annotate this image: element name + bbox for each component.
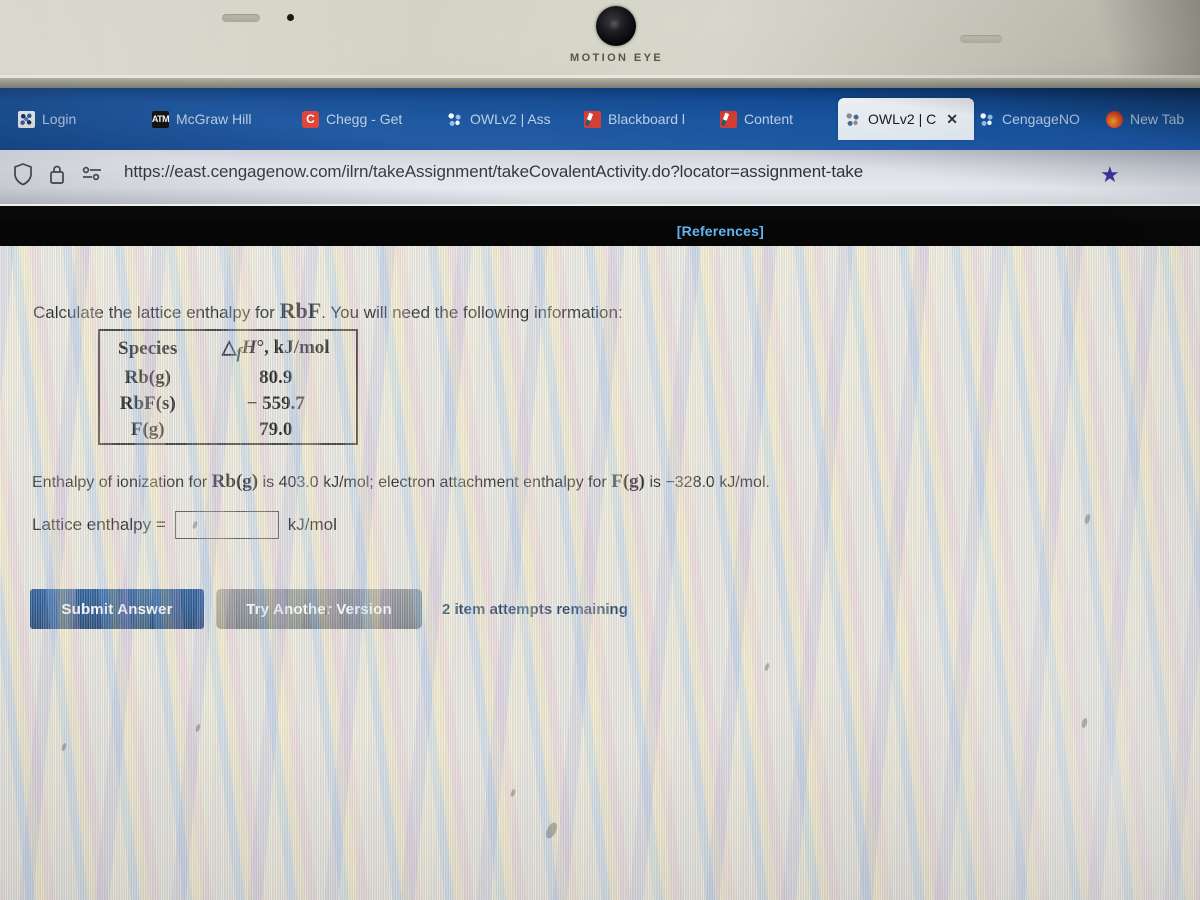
laptop-screen-photo: MOTION EYE Login ATM McGraw Hill C Chegg… [0,0,1200,900]
table-header-row: Species △fH°, kJ/mol [99,330,357,365]
question-prefix: Calculate the lattice enthalpy for [33,303,275,322]
species-rbf-s: RbF(s) [119,392,176,414]
enthalpy-part1: Enthalpy of ionization for [32,474,208,491]
question-formula-rbf: RbF [279,298,322,323]
table-row: Rb(g) 80.9 [99,365,357,391]
enthalpy-info-text: Enthalpy of ionization for Rb(g) is 403.… [32,471,770,493]
tabstrip-glare [0,88,1200,150]
answer-row: Lattice enthalpy = kJ/mol [32,511,337,539]
formula-f-g: F(g) [611,471,645,492]
addressbar-glare [0,150,1200,204]
formula-rb-g: Rb(g) [211,471,259,492]
action-button-row: Submit Answer Try Another Version 2 item… [30,589,628,629]
column-header-enthalpy: △fH°, kJ/mol [195,330,357,365]
value-f-g: 79.0 [259,418,293,440]
bezel-slot-left [222,14,260,22]
bezel-bottom-edge [0,78,1200,88]
chrome-divider [0,204,1200,220]
delta-symbol: △ [221,337,237,358]
bezel-slot-right [960,35,1002,43]
page-top-band [0,220,1200,246]
species-rb-g: Rb(g) [124,366,171,388]
answer-units: kJ/mol [287,515,337,534]
assignment-body: Calculate the lattice enthalpy for RbF. … [0,246,1200,900]
question-text: Calculate the lattice enthalpy for RbF. … [33,298,623,324]
browser-chrome: Login ATM McGraw Hill C Chegg - Get OWLv… [0,88,1200,220]
column-header-species: Species [118,338,178,360]
dust-speck [543,820,560,841]
answer-label: Lattice enthalpy = [32,515,166,534]
laptop-bezel: MOTION EYE [0,0,1200,88]
dust-speck [60,742,68,752]
submit-answer-button[interactable]: Submit Answer [30,589,204,629]
lattice-enthalpy-input[interactable] [174,511,279,539]
dust-speck [509,788,517,798]
screen-glare [770,476,1200,900]
try-another-version-button[interactable]: Try Another Version [216,589,422,629]
h-symbol: H [241,337,257,358]
question-suffix: . You will need the following informatio… [321,303,623,322]
bezel-brand-label: MOTION EYE [570,52,664,64]
enthalpy-part2: is 403.0 kJ/mol; electron attachment ent… [262,474,607,491]
enthalpy-part3: is −328.0 kJ/mol. [649,474,770,491]
dust-speck [763,662,771,672]
web-page-content: [References] Calculate the lattice entha… [0,220,1200,900]
attempts-remaining-text: 2 item attempts remaining [442,600,628,618]
enthalpy-units: °, kJ/mol [256,337,330,358]
bezel-sensor-dot [287,14,294,21]
value-rbf-s: − 559.7 [246,392,305,414]
dust-speck [1083,513,1092,525]
table-row: RbF(s) − 559.7 [99,391,357,417]
table-row: F(g) 79.0 [99,417,357,444]
species-f-g: F(g) [130,418,165,440]
webcam-lens-icon [596,6,636,46]
value-rb-g: 80.9 [259,366,293,388]
browser-address-bar: https://east.cengagenow.com/ilrn/takeAss… [0,150,1200,204]
references-link[interactable]: [References] [677,223,764,239]
dust-speck [1080,717,1089,729]
thermodynamic-data-table: Species △fH°, kJ/mol Rb(g) 80.9 RbF(s) −… [98,329,358,445]
dust-speck [194,723,202,733]
